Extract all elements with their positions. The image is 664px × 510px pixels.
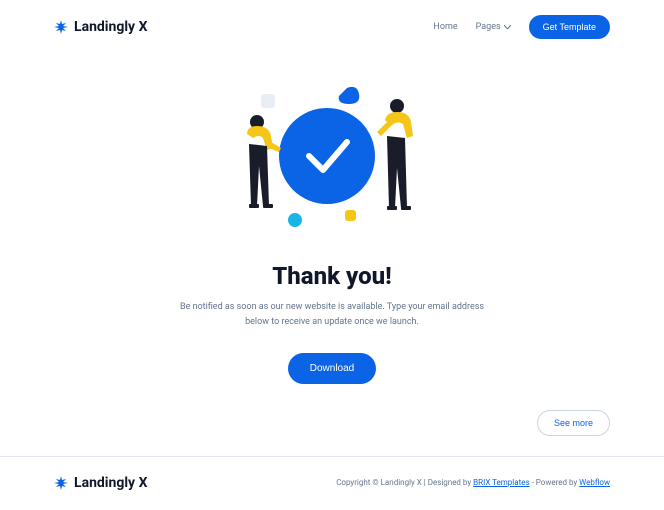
footer-link-brix[interactable]: BRIX Templates xyxy=(473,478,529,487)
get-template-button[interactable]: Get Template xyxy=(529,15,610,39)
logo[interactable]: Landingly X xyxy=(54,19,147,35)
page-title: Thank you! xyxy=(54,262,610,290)
subtitle: Be notified as soon as our new website i… xyxy=(54,300,610,331)
download-button[interactable]: Download xyxy=(288,353,376,384)
nav-pages-label: Pages xyxy=(476,22,501,32)
logo-mark-icon xyxy=(54,20,68,34)
footer-text: Copyright © Landingly X | Designed by BR… xyxy=(336,478,610,487)
footer-mid: - Powered by xyxy=(530,478,580,487)
see-more-button[interactable]: See more xyxy=(537,410,610,436)
nav-home[interactable]: Home xyxy=(433,22,457,32)
footer-copyright: Copyright © Landingly X | Designed by xyxy=(336,478,473,487)
header: Landingly X Home Pages Get Template xyxy=(54,0,610,40)
logo-mark-icon xyxy=(54,476,68,490)
subtitle-line1: Be notified as soon as our new website i… xyxy=(180,302,484,312)
main: Thank you! Be notified as soon as our ne… xyxy=(54,86,610,436)
nav: Home Pages Get Template xyxy=(433,15,610,39)
nav-pages[interactable]: Pages xyxy=(476,22,511,32)
subtitle-line2: below to receive an update once we launc… xyxy=(245,317,419,327)
footer-link-webflow[interactable]: Webflow xyxy=(579,478,610,487)
footer-brand-name: Landingly X xyxy=(74,475,147,491)
brand-name: Landingly X xyxy=(74,19,147,35)
chevron-down-icon xyxy=(504,25,511,29)
footer: Landingly X Copyright © Landingly X | De… xyxy=(54,457,610,491)
footer-logo[interactable]: Landingly X xyxy=(54,475,147,491)
thank-you-illustration xyxy=(229,86,435,236)
